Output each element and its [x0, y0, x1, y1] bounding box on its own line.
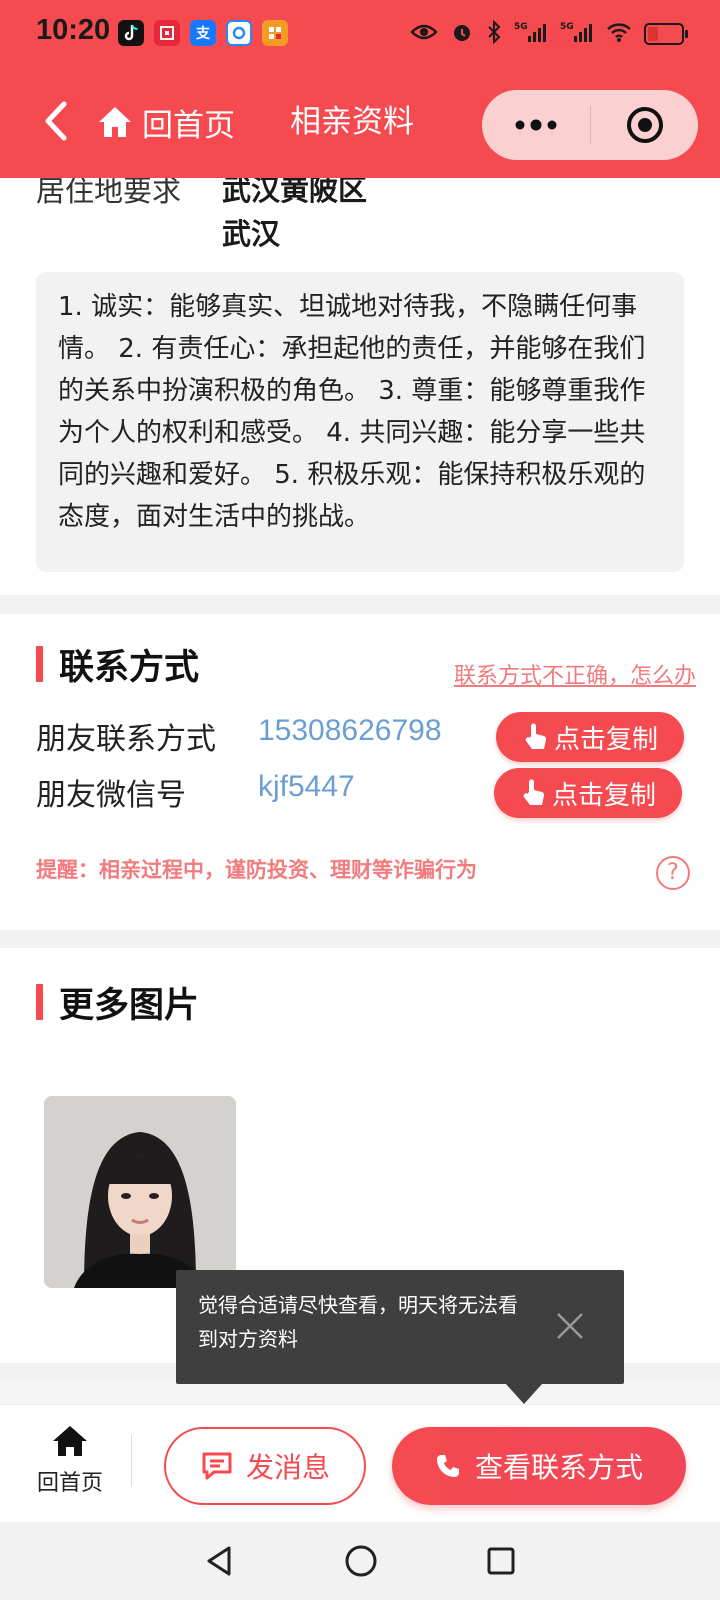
friend-phone-value: 15308626798	[258, 714, 442, 747]
recents-square-icon[interactable]	[485, 1545, 517, 1577]
contact-card: 联系方式 联系方式不正确，怎么办 朋友联系方式 15308626798 点击复制…	[0, 614, 720, 930]
home-circle-icon[interactable]	[343, 1543, 379, 1579]
send-message-button[interactable]: 发消息	[164, 1427, 366, 1505]
send-message-label: 发消息	[245, 1451, 330, 1484]
svg-text:5G: 5G	[514, 22, 528, 32]
back-button[interactable]	[40, 98, 76, 148]
svg-text:5G: 5G	[560, 22, 574, 32]
copy-wechat-button[interactable]: 点击复制	[494, 768, 682, 818]
bottom-action-bar: 回首页 发消息 查看联系方式	[0, 1404, 720, 1522]
page-title: 相亲资料	[290, 104, 414, 140]
status-bar: 10:20 支 5G 5G	[0, 0, 720, 68]
requirements-card: 居住地要求 武汉黄陂区 武汉 1. 诚实：能够真实、坦诚地对待我，不隐瞒任何事情…	[0, 150, 720, 595]
home-link-label: 回首页	[142, 107, 235, 144]
portrait-image	[44, 1096, 236, 1288]
close-mini-program-button[interactable]	[591, 90, 698, 160]
help-icon[interactable]: ?	[656, 856, 690, 890]
reminder-tooltip: 觉得合适请尽快查看，明天将无法看到对方资料	[176, 1270, 624, 1404]
bottom-home-button[interactable]: 回首页	[30, 1423, 110, 1497]
friend-wechat-value: kjf5447	[258, 770, 355, 803]
copy-phone-button[interactable]: 点击复制	[496, 712, 684, 762]
notification-app-icons: 支	[118, 20, 288, 46]
home-icon	[53, 1426, 87, 1456]
more-menu-button[interactable]	[482, 90, 590, 160]
chevron-left-icon	[45, 101, 67, 141]
eye-icon	[410, 22, 438, 46]
app-blue-icon	[226, 20, 252, 46]
tap-hand-icon	[525, 723, 547, 749]
message-icon	[202, 1452, 232, 1480]
app-orange-icon	[262, 20, 288, 46]
title-accent-bar	[36, 984, 43, 1020]
pictures-title-text: 更多图片	[59, 985, 200, 1026]
profile-photo[interactable]	[44, 1096, 236, 1288]
more-dots-icon	[515, 119, 557, 131]
copy-phone-label: 点击复制	[553, 724, 658, 755]
status-time: 10:20	[36, 14, 111, 46]
partner-requirements-text: 1. 诚实：能够真实、坦诚地对待我，不隐瞒任何事情。 2. 有责任心：承担起他的…	[36, 272, 684, 572]
system-status-icons: 5G 5G	[410, 19, 688, 48]
residence-values: 武汉黄陂区 武汉	[222, 168, 367, 256]
friend-phone-label: 朋友联系方式	[36, 722, 216, 757]
contact-title-text: 联系方式	[59, 647, 200, 688]
pictures-section-title: 更多图片	[36, 980, 199, 1026]
target-close-icon	[626, 107, 663, 143]
bluetooth-icon	[486, 19, 502, 48]
system-navigation-bar	[0, 1522, 720, 1600]
tap-hand-icon	[523, 779, 545, 805]
tooltip-text: 觉得合适请尽快查看，明天将无法看到对方资料	[198, 1293, 518, 1351]
title-accent-bar	[36, 646, 43, 682]
signal-5g-icon: 5G	[560, 20, 594, 48]
phone-icon	[436, 1455, 459, 1477]
view-contact-button[interactable]: 查看联系方式	[392, 1427, 686, 1505]
back-triangle-icon[interactable]	[203, 1544, 237, 1578]
contact-section-title: 联系方式	[36, 642, 199, 688]
copy-wechat-label: 点击复制	[551, 780, 656, 811]
wifi-icon	[606, 21, 632, 47]
battery-icon	[644, 23, 688, 45]
home-icon	[99, 107, 131, 137]
alarm-icon	[450, 20, 474, 48]
mini-program-capsule	[482, 90, 698, 160]
contact-help-link[interactable]: 联系方式不正确，怎么办	[454, 658, 696, 690]
tiktok-icon	[118, 20, 144, 46]
app-header: 10:20 支 5G 5G 回首页 相亲资料	[0, 0, 720, 178]
residence-value: 武汉	[222, 217, 281, 251]
close-icon[interactable]	[554, 1310, 586, 1342]
action-divider	[131, 1435, 132, 1487]
bank-icon	[154, 20, 180, 46]
home-link[interactable]: 回首页	[96, 92, 235, 152]
view-contact-label: 查看联系方式	[474, 1451, 643, 1484]
tooltip-arrow	[506, 1384, 542, 1404]
bottom-home-label: 回首页	[36, 1471, 103, 1496]
signal-5g-icon: 5G	[514, 20, 548, 48]
fraud-warning: 提醒：相亲过程中，谨防投资、理财等诈骗行为	[36, 858, 477, 882]
nav-bar: 回首页 相亲资料	[0, 80, 720, 170]
friend-wechat-label: 朋友微信号	[36, 778, 186, 813]
alipay-icon: 支	[190, 20, 216, 46]
